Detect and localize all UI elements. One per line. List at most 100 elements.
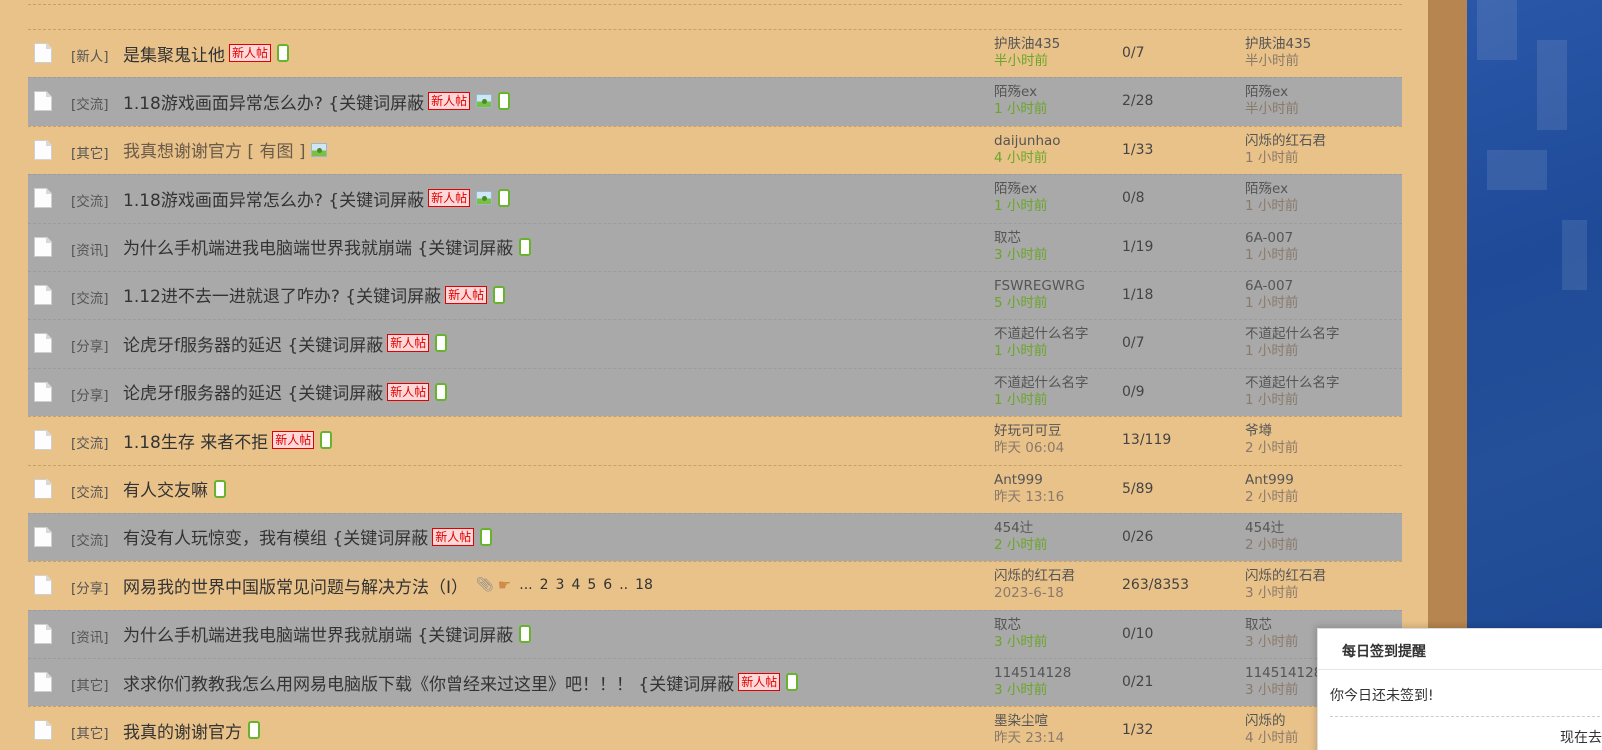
last-post-time[interactable]: 3 小时前 (1245, 682, 1298, 698)
last-post-time[interactable]: 1 小时前 (1245, 295, 1298, 311)
table-row[interactable]: [资讯] 为什么手机端进我电脑端世界我就崩端 {关键词屏蔽 取芯 3 小时前 0… (28, 609, 1402, 659)
thread-title-link[interactable]: 1.18生存 来者不拒 (123, 428, 268, 453)
last-post-time[interactable]: 3 小时前 (1245, 585, 1298, 601)
category-link[interactable]: [其它] (71, 674, 109, 694)
category-link[interactable]: [分享] (71, 577, 109, 597)
author-link[interactable]: 454辻 (994, 520, 1033, 536)
last-user-link[interactable]: 6A-007 (1245, 278, 1293, 294)
last-user-link[interactable]: 爷墫 (1245, 423, 1272, 439)
page-link[interactable]: 3 (556, 577, 565, 593)
author-link[interactable]: Ant999 (994, 472, 1043, 488)
category-link[interactable]: [交流] (71, 287, 109, 307)
last-post-time[interactable]: 4 小时前 (1245, 730, 1298, 746)
table-row[interactable]: [其它] 求求你们教教我怎么用网易电脑版下载《你曾经来过这里》吧！！！ {关键词… (28, 658, 1402, 707)
author-link[interactable]: FSWREGWRG (994, 278, 1085, 294)
last-user-link[interactable]: 护肤油435 (1245, 36, 1311, 52)
last-post-time[interactable]: 2 小时前 (1245, 537, 1298, 553)
thread-title-link[interactable]: 有人交友嘛 (123, 476, 208, 501)
last-user-link[interactable]: 取芯 (1245, 617, 1272, 633)
thread-title-link[interactable]: 网易我的世界中国版常见问题与解决方法（Ⅰ） (123, 573, 468, 598)
page-link[interactable]: 5 (587, 577, 596, 593)
category-link[interactable]: [新人] (71, 45, 109, 65)
table-row[interactable]: [交流] 1.18游戏画面异常怎么办? {关键词屏蔽 新人帖 陌殇ex 1 小时前… (28, 174, 1402, 223)
page-link[interactable]: .. (619, 577, 628, 593)
table-row[interactable]: [交流] 有没有人玩惊变，我有模组 {关键词屏蔽 新人帖 454辻 2 小时前 0… (28, 512, 1402, 562)
thread-title-link[interactable]: 1.18游戏画面异常怎么办? {关键词屏蔽 (123, 89, 424, 114)
last-post-time[interactable]: 3 小时前 (1245, 634, 1298, 650)
last-user-link[interactable]: 陌殇ex (1245, 181, 1288, 197)
last-user-link[interactable]: 不道起什么名字 (1245, 326, 1340, 342)
author-link[interactable]: 好玩可可豆 (994, 423, 1062, 439)
table-row[interactable]: [交流] 有人交友嘛 Ant999 昨天 13:16 5/89 Ant999 2… (28, 464, 1402, 513)
last-user-link[interactable]: 闪烁的红石君 (1245, 133, 1326, 149)
author-link[interactable]: 不道起什么名字 (994, 326, 1089, 342)
table-row[interactable]: [分享] 网易我的世界中国版常见问题与解决方法（Ⅰ） 📎︎ ☛... 2 3 4 5 6.. 1… (28, 561, 1402, 609)
category-link[interactable]: [交流] (71, 529, 109, 549)
category-link[interactable]: [交流] (71, 93, 109, 113)
last-user-link[interactable]: 闪烁的红石君 (1245, 568, 1326, 584)
category-link[interactable]: [分享] (71, 335, 109, 355)
checkin-now-button[interactable]: 现在去签到 (1560, 727, 1602, 747)
page-link[interactable]: 4 (571, 577, 580, 593)
table-row[interactable]: [其它] 我真的谢谢官方 墨染尘喧 昨天 23:14 1/32 闪烁的 4 小时… (28, 706, 1402, 750)
last-user-link[interactable]: 454辻 (1245, 520, 1284, 536)
author-link[interactable]: 护肤油435 (994, 36, 1060, 52)
table-row[interactable]: [交流] 1.12进不去一进就退了咋办? {关键词屏蔽 新人帖 FSWREGWRG… (28, 270, 1402, 320)
thread-title-link[interactable]: 我真的谢谢官方 (123, 718, 242, 743)
category-link[interactable]: [资讯] (71, 239, 109, 259)
page-link[interactable]: 6 (603, 577, 612, 593)
thread-title-link[interactable]: 是集聚鬼让他 (123, 41, 225, 66)
last-post-time[interactable]: 1 小时前 (1245, 150, 1298, 166)
author-link[interactable]: 114514128 (994, 665, 1071, 681)
page-link[interactable]: ... (519, 577, 532, 593)
thread-title-link[interactable]: 1.12进不去一进就退了咋办? {关键词屏蔽 (123, 282, 441, 307)
author-link[interactable]: 不道起什么名字 (994, 375, 1089, 391)
category-link[interactable]: [其它] (71, 722, 109, 742)
page-link[interactable]: 2 (540, 577, 549, 593)
category-link[interactable]: [交流] (71, 432, 109, 452)
last-post-cell: 护肤油435 半小时前 (1245, 36, 1311, 70)
last-post-time[interactable]: 半小时前 (1245, 101, 1299, 117)
thread-title-link[interactable]: 求求你们教教我怎么用网易电脑版下载《你曾经来过这里》吧！！！ {关键词屏蔽 (123, 670, 734, 695)
author-link[interactable]: 取芯 (994, 617, 1021, 633)
author-link[interactable]: 墨染尘喧 (994, 713, 1048, 729)
last-post-time[interactable]: 1 小时前 (1245, 343, 1298, 359)
author-link[interactable]: 取芯 (994, 230, 1021, 246)
last-post-time[interactable]: 1 小时前 (1245, 392, 1298, 408)
last-post-time[interactable]: 半小时前 (1245, 53, 1299, 69)
last-user-link[interactable]: 114514128 (1245, 665, 1322, 681)
thread-title-link[interactable]: 1.18游戏画面异常怎么办? {关键词屏蔽 (123, 186, 424, 211)
last-user-link[interactable]: 闪烁的 (1245, 713, 1286, 729)
page-link[interactable]: 18 (635, 577, 653, 593)
author-link[interactable]: 陌殇ex (994, 181, 1037, 197)
table-row[interactable]: [分享] 论虎牙f服务器的延迟 {关键词屏蔽 新人帖 不道起什么名字 1 小时前 … (28, 367, 1402, 417)
thread-title-link[interactable]: 为什么手机端进我电脑端世界我就崩端 {关键词屏蔽 (123, 621, 513, 646)
thread-title-link[interactable]: 论虎牙f服务器的延迟 {关键词屏蔽 (123, 379, 383, 404)
author-link[interactable]: daijunhao (994, 133, 1061, 149)
table-row[interactable]: [资讯] 为什么手机端进我电脑端世界我就崩端 {关键词屏蔽 取芯 3 小时前 1… (28, 222, 1402, 271)
author-link[interactable]: 闪烁的红石君 (994, 568, 1075, 584)
last-post-time[interactable]: 1 小时前 (1245, 247, 1298, 263)
last-user-link[interactable]: 6A-007 (1245, 230, 1293, 246)
last-user-link[interactable]: Ant999 (1245, 472, 1294, 488)
thread-title-link[interactable]: 为什么手机端进我电脑端世界我就崩端 {关键词屏蔽 (123, 234, 513, 259)
category-link[interactable]: [资讯] (71, 626, 109, 646)
last-post-time[interactable]: 2 小时前 (1245, 489, 1298, 505)
author-link[interactable]: 陌殇ex (994, 84, 1037, 100)
table-row[interactable]: [分享] 论虎牙f服务器的延迟 {关键词屏蔽 新人帖 不道起什么名字 1 小时前 … (28, 319, 1402, 368)
category-link[interactable]: [交流] (71, 190, 109, 210)
table-row[interactable]: [交流] 1.18游戏画面异常怎么办? {关键词屏蔽 新人帖 陌殇ex 1 小时前… (28, 77, 1402, 126)
table-row[interactable]: [交流] 1.18生存 来者不拒 新人帖 好玩可可豆 昨天 06:04 13/11… (28, 416, 1402, 464)
category-link[interactable]: [交流] (71, 481, 109, 501)
last-post-time[interactable]: 2 小时前 (1245, 440, 1298, 456)
table-row[interactable]: [新人] 是集聚鬼让他 新人帖 护肤油435 半小时前 0/7 护肤油435 半小… (28, 29, 1402, 77)
last-post-time[interactable]: 1 小时前 (1245, 198, 1298, 214)
last-user-link[interactable]: 不道起什么名字 (1245, 375, 1340, 391)
thread-title-link[interactable]: 论虎牙f服务器的延迟 {关键词屏蔽 (123, 331, 383, 356)
thread-title-link[interactable]: 我真想谢谢官方 [ 有图 ] (123, 137, 305, 162)
category-link[interactable]: [分享] (71, 384, 109, 404)
thread-title-link[interactable]: 有没有人玩惊变，我有模组 {关键词屏蔽 (123, 524, 428, 549)
table-row[interactable]: [其它] 我真想谢谢官方 [ 有图 ] daijunhao 4 小时前 1/33… (28, 125, 1402, 174)
category-link[interactable]: [其它] (71, 142, 109, 162)
last-user-link[interactable]: 陌殇ex (1245, 84, 1288, 100)
